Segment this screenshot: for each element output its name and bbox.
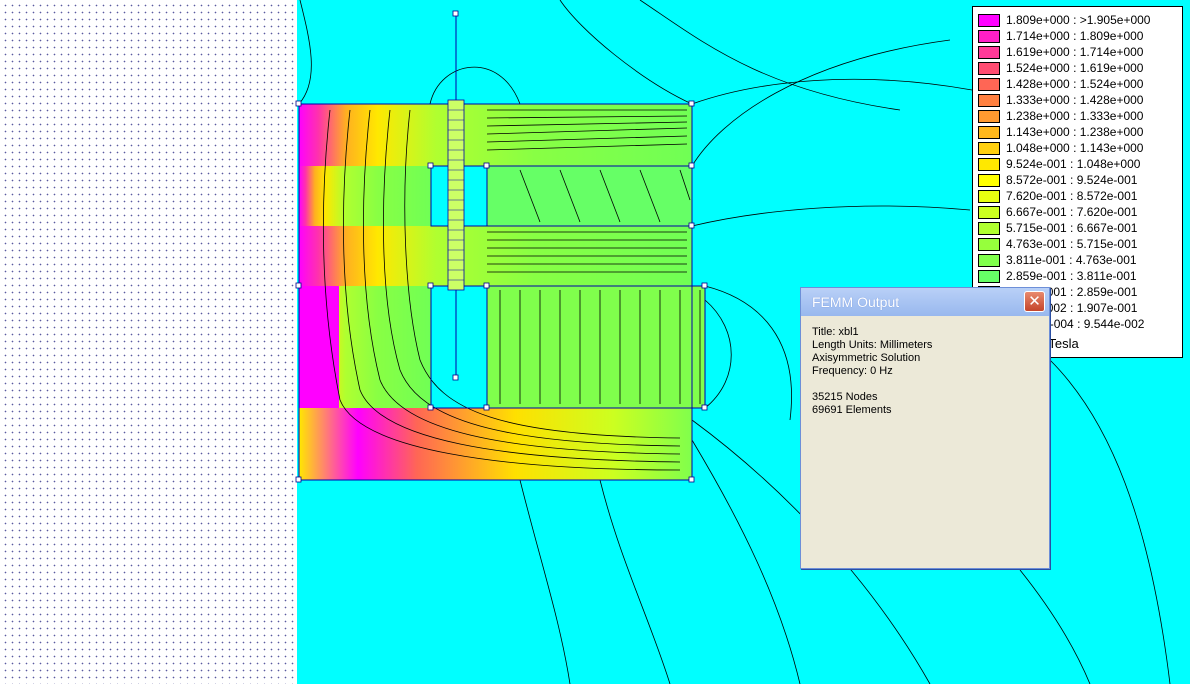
legend-swatch <box>978 189 1000 203</box>
core-saturated-zone <box>299 286 339 408</box>
legend-label: 1.809e+000 : >1.905e+000 <box>1006 13 1151 27</box>
legend-label: 1.428e+000 : 1.524e+000 <box>1006 77 1144 91</box>
legend-entry: 1.714e+000 : 1.809e+000 <box>978 28 1143 44</box>
output-body: Title: xbl1 Length Units: Millimeters Ax… <box>812 326 1043 417</box>
legend-label: 2.859e-001 : 3.811e-001 <box>1006 269 1137 283</box>
legend-entry: 1.809e+000 : >1.905e+000 <box>978 12 1150 28</box>
legend-entry: 8.572e-001 : 9.524e-001 <box>978 172 1137 188</box>
legend-label: 7.620e-001 : 8.572e-001 <box>1006 189 1138 203</box>
coil-stack <box>447 99 465 291</box>
legend-entry: 1.619e+000 : 1.714e+000 <box>978 44 1143 60</box>
legend-swatch <box>978 253 1000 267</box>
legend-label: 6.667e-001 : 7.620e-001 <box>1006 205 1138 219</box>
length-units: Length Units: Millimeters <box>812 339 933 351</box>
output-window-title: FEMM Output <box>812 294 900 310</box>
legend-swatch <box>978 141 1000 155</box>
legend-swatch <box>978 45 1000 59</box>
legend-swatch <box>978 205 1000 219</box>
legend-swatch <box>978 125 1000 139</box>
legend-entry: 1.238e+000 : 1.333e+000 <box>978 108 1143 124</box>
femm-output-window[interactable]: FEMM Output ✕ Title: xbl1 Length Units: … <box>800 287 1050 569</box>
legend-label: 1.238e+000 : 1.333e+000 <box>1006 109 1144 123</box>
output-titlebar[interactable]: FEMM Output ✕ <box>801 288 1049 316</box>
legend-entry: 3.811e-001 : 4.763e-001 <box>978 252 1137 268</box>
legend-label: 1.048e+000 : 1.143e+000 <box>1006 141 1144 155</box>
air-slot <box>431 286 487 408</box>
legend-swatch <box>978 13 1000 27</box>
legend-label: 4.763e-001 : 5.715e-001 <box>1006 237 1138 251</box>
legend-label: 5.715e-001 : 6.667e-001 <box>1006 221 1138 235</box>
element-count: 69691 Elements <box>812 404 892 416</box>
legend-entry: 1.048e+000 : 1.143e+000 <box>978 140 1143 156</box>
legend-label: 9.524e-001 : 1.048e+000 <box>1006 157 1141 171</box>
legend-label: 8.572e-001 : 9.524e-001 <box>1006 173 1138 187</box>
legend-label: 1.714e+000 : 1.809e+000 <box>1006 29 1144 43</box>
legend-label: 1.333e+000 : 1.428e+000 <box>1006 93 1144 107</box>
legend-swatch <box>978 221 1000 235</box>
legend-entry: 9.524e-001 : 1.048e+000 <box>978 156 1140 172</box>
legend-label: 3.811e-001 : 4.763e-001 <box>1006 253 1137 267</box>
legend-entry: 2.859e-001 : 3.811e-001 <box>978 268 1137 284</box>
legend-entry: 5.715e-001 : 6.667e-001 <box>978 220 1137 236</box>
legend-label: 1.143e+000 : 1.238e+000 <box>1006 125 1144 139</box>
close-icon: ✕ <box>1028 293 1041 310</box>
node-count: 35215 Nodes <box>812 391 878 403</box>
legend-entry: 1.143e+000 : 1.238e+000 <box>978 124 1143 140</box>
frequency: Frequency: 0 Hz <box>812 365 893 377</box>
solution-type: Axisymmetric Solution <box>812 352 921 364</box>
legend-swatch <box>978 61 1000 75</box>
legend-entry: 7.620e-001 : 8.572e-001 <box>978 188 1137 204</box>
legend-entry: 6.667e-001 : 7.620e-001 <box>978 204 1137 220</box>
legend-label: 1.524e+000 : 1.619e+000 <box>1006 61 1144 75</box>
legend-swatch <box>978 29 1000 43</box>
legend-swatch <box>978 269 1000 283</box>
legend-label: 1.619e+000 : 1.714e+000 <box>1006 45 1144 59</box>
legend-swatch <box>978 77 1000 91</box>
legend-swatch <box>978 173 1000 187</box>
legend-swatch <box>978 109 1000 123</box>
close-button[interactable]: ✕ <box>1024 291 1045 312</box>
legend-entry: 1.524e+000 : 1.619e+000 <box>978 60 1143 76</box>
core-top-region <box>299 104 692 166</box>
problem-title: Title: xbl1 <box>812 326 859 338</box>
legend-swatch <box>978 93 1000 107</box>
legend-entry: 1.333e+000 : 1.428e+000 <box>978 92 1143 108</box>
gap-region-1 <box>487 166 692 226</box>
legend-swatch <box>978 237 1000 251</box>
legend-entry: 4.763e-001 : 5.715e-001 <box>978 236 1137 252</box>
legend-entry: 1.428e+000 : 1.524e+000 <box>978 76 1143 92</box>
legend-swatch <box>978 157 1000 171</box>
